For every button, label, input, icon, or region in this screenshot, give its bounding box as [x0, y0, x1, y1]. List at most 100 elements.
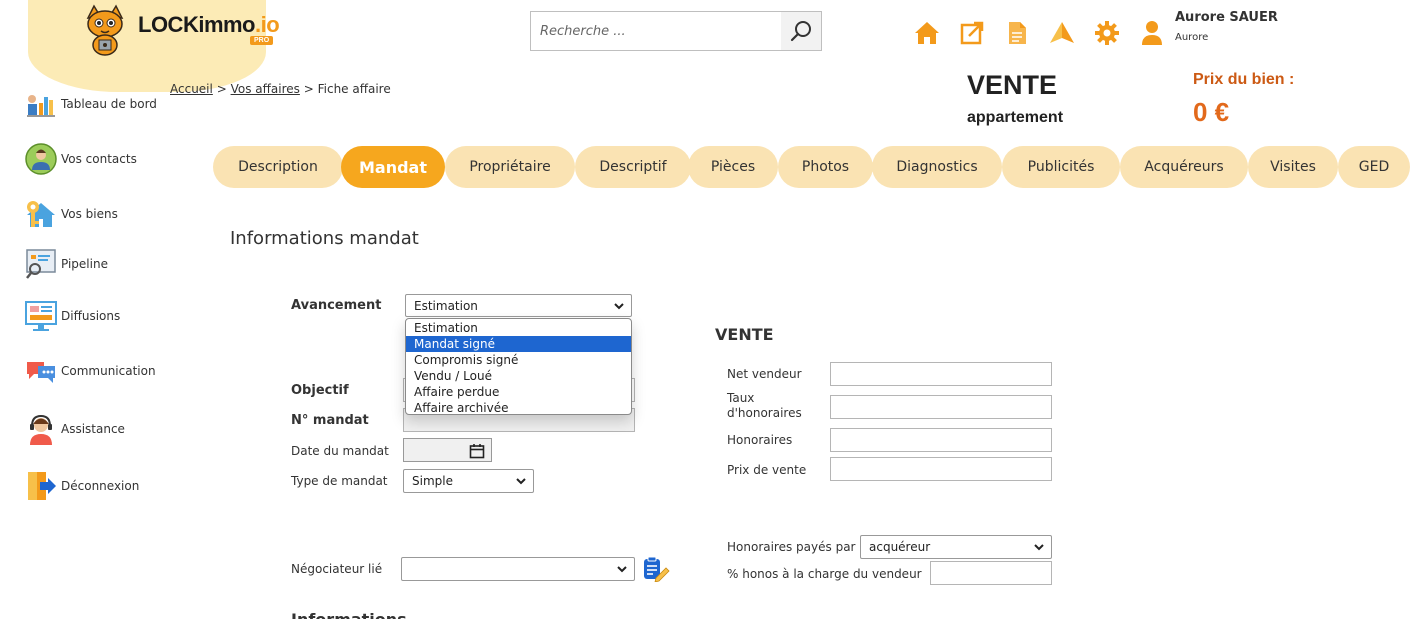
sidebar-item-assistance[interactable]: Assistance [24, 411, 125, 447]
send-button[interactable] [1039, 19, 1084, 47]
honos-vendeur-label: % honos à la charge du vendeur [727, 567, 922, 581]
tab-diagnostics[interactable]: Diagnostics [872, 146, 1002, 188]
taux-honoraires-label: Taux d'honoraires [727, 391, 802, 420]
send-icon [1049, 22, 1074, 43]
breadcrumb-separator: > [216, 82, 227, 96]
objectif-label: Objectif [291, 383, 349, 398]
sidebar-item-contacts[interactable]: Vos contacts [24, 141, 137, 177]
date-mandat-label: Date du mandat [291, 444, 389, 458]
tab-pieces[interactable]: Pièces [688, 146, 778, 188]
honoraires-input[interactable] [830, 428, 1052, 452]
tab-description[interactable]: Description [213, 146, 343, 188]
logo-text: LOCKimmo.io [138, 12, 280, 37]
sidebar-item-properties[interactable]: Vos biens [24, 196, 118, 232]
sidebar-label: Déconnexion [61, 479, 140, 493]
date-mandat-input[interactable] [403, 438, 492, 462]
sidebar-label: Communication [61, 364, 156, 378]
tab-proprietaire[interactable]: Propriétaire [445, 146, 575, 188]
property-type: appartement [967, 109, 1064, 126]
logout-icon [28, 472, 56, 500]
type-mandat-select[interactable]: Simple [403, 469, 534, 493]
section-title: Informations mandat [230, 228, 419, 249]
communication-icon [27, 362, 55, 383]
tab-visites[interactable]: Visites [1248, 146, 1338, 188]
settings-button[interactable] [1084, 19, 1129, 47]
sidebar-label: Vos contacts [61, 152, 137, 166]
negociateur-label: Négociateur lié [291, 562, 383, 576]
sidebar-label: Assistance [61, 422, 125, 436]
logo[interactable]: LOCKimmo.io PRO [28, 0, 280, 92]
home-button[interactable] [904, 19, 949, 47]
tab-mandat[interactable]: Mandat [341, 146, 445, 188]
dashboard-icon [27, 95, 55, 117]
diffusions-icon [25, 301, 57, 331]
sidebar-item-diffusions[interactable]: Diffusions [24, 298, 120, 334]
document-button[interactable] [994, 19, 1039, 47]
home-icon [914, 22, 939, 44]
tab-publicites[interactable]: Publicités [1002, 146, 1120, 188]
prix-vente-input[interactable] [830, 457, 1052, 481]
external-link-icon [960, 21, 983, 45]
user-name[interactable]: Aurore SAUER [1175, 10, 1278, 25]
sidebar-label: Pipeline [61, 257, 108, 271]
contacts-icon [25, 143, 57, 175]
tab-bar: Description Mandat Propriétaire Descript… [213, 146, 1417, 188]
chevron-down-icon [614, 303, 624, 310]
tab-acquereurs[interactable]: Acquéreurs [1120, 146, 1248, 188]
cat-mascot-icon [86, 4, 124, 56]
breadcrumb-current: Fiche affaire [317, 82, 391, 96]
pipeline-icon [26, 249, 56, 279]
honoraires-label: Honoraires [727, 433, 793, 447]
avancement-option[interactable]: Estimation [406, 320, 631, 336]
negociateur-select[interactable] [401, 557, 635, 581]
external-link-button[interactable] [949, 19, 994, 47]
prix-vente-label: Prix de vente [727, 463, 807, 477]
sidebar-item-dashboard[interactable]: Tableau de bord [24, 86, 157, 122]
avancement-option[interactable]: Vendu / Loué [406, 368, 631, 384]
honoraires-payes-select[interactable]: acquéreur [860, 535, 1052, 559]
search-box [530, 11, 822, 51]
tab-ged[interactable]: GED [1338, 146, 1410, 188]
numero-mandat-label: N° mandat [291, 413, 369, 428]
taux-honoraires-input[interactable] [830, 395, 1052, 419]
price-label: Prix du bien : [1193, 71, 1295, 88]
sidebar-item-logout[interactable]: Déconnexion [24, 468, 139, 504]
avancement-dropdown: Estimation Mandat signé Compromis signé … [405, 318, 632, 415]
user-subtitle: Aurore [1175, 32, 1209, 43]
sidebar-label: Diffusions [61, 309, 121, 323]
avancement-value: Estimation [414, 298, 478, 313]
avancement-option[interactable]: Compromis signé [406, 352, 631, 368]
logo-badge: PRO [250, 36, 274, 45]
avancement-option-highlighted[interactable]: Mandat signé [406, 336, 631, 352]
sidebar-item-communication[interactable]: Communication [24, 353, 156, 389]
user-button[interactable] [1129, 19, 1174, 47]
sidebar-item-pipeline[interactable]: Pipeline [24, 246, 108, 282]
avancement-label: Avancement [291, 298, 382, 313]
search-icon [790, 21, 811, 42]
next-section-title: Informations [291, 610, 407, 619]
assistance-icon [30, 414, 52, 445]
chevron-down-icon [617, 566, 627, 573]
net-vendeur-label: Net vendeur [727, 367, 802, 381]
tab-photos[interactable]: Photos [778, 146, 873, 188]
avancement-option[interactable]: Affaire perdue [406, 384, 631, 400]
avancement-option[interactable]: Affaire archivée [406, 400, 631, 416]
search-button[interactable] [781, 12, 821, 50]
transaction-type: VENTE [967, 70, 1058, 100]
breadcrumb-separator: > [303, 82, 314, 96]
honos-vendeur-input[interactable] [930, 561, 1052, 585]
vente-title: VENTE [715, 325, 774, 344]
edit-negotiator-icon[interactable] [642, 556, 670, 582]
breadcrumb-home-link[interactable]: Accueil [170, 82, 213, 96]
type-mandat-label: Type de mandat [291, 474, 388, 488]
tab-descriptif[interactable]: Descriptif [575, 146, 691, 188]
honoraires-payes-label: Honoraires payés par [727, 540, 856, 554]
search-input[interactable] [531, 12, 781, 50]
breadcrumb: Accueil > Vos affaires > Fiche affaire [170, 82, 391, 96]
avancement-select[interactable]: Estimation [405, 294, 632, 317]
calendar-icon [469, 444, 485, 459]
chevron-down-icon [516, 478, 526, 485]
net-vendeur-input[interactable] [830, 362, 1052, 386]
breadcrumb-affairs-link[interactable]: Vos affaires [231, 82, 300, 96]
sidebar-label: Tableau de bord [61, 97, 157, 111]
